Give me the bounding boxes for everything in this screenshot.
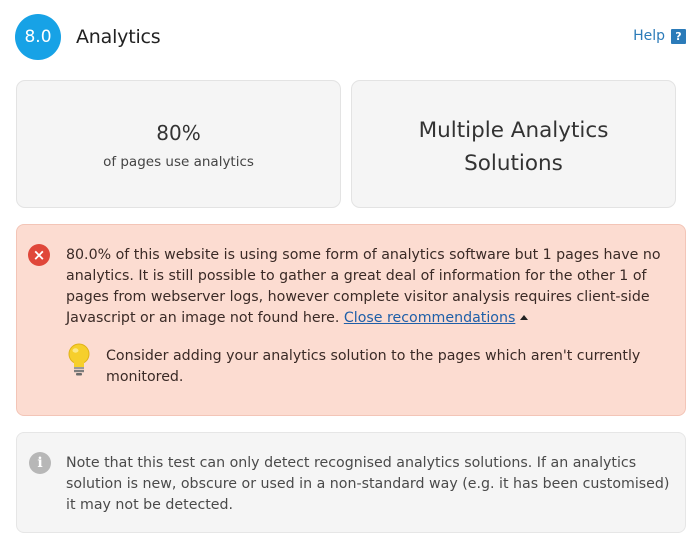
analytics-percent-card: 80% of pages use analytics [16, 80, 341, 208]
analytics-percent-caption: of pages use analytics [103, 154, 254, 170]
info-icon: i [29, 452, 51, 474]
help-icon: ? [671, 28, 686, 44]
error-message-block: 80.0% of this website is using some form… [66, 245, 679, 329]
analytics-percent-value: 80% [156, 121, 201, 145]
info-panel: i Note that this test can only detect re… [16, 432, 686, 533]
info-message: Note that this test can only detect reco… [66, 455, 670, 513]
close-recommendations-link[interactable]: Close recommendations [344, 310, 516, 326]
error-panel: × 80.0% of this website is using some fo… [16, 224, 686, 416]
caret-up-icon[interactable] [520, 315, 529, 320]
analytics-solutions-label: Multiple Analytics Solutions [418, 118, 609, 176]
analytics-solutions-card: Multiple Analytics Solutions [351, 80, 676, 208]
help-link[interactable]: Help ? [633, 28, 686, 44]
recommendation-tip: Consider adding your analytics solution … [106, 348, 641, 385]
lightbulb-icon [68, 343, 90, 376]
page-title: Analytics [76, 26, 161, 48]
score-badge: 8.0 [15, 14, 61, 60]
error-x-icon: × [28, 244, 50, 266]
help-label: Help [633, 28, 665, 44]
